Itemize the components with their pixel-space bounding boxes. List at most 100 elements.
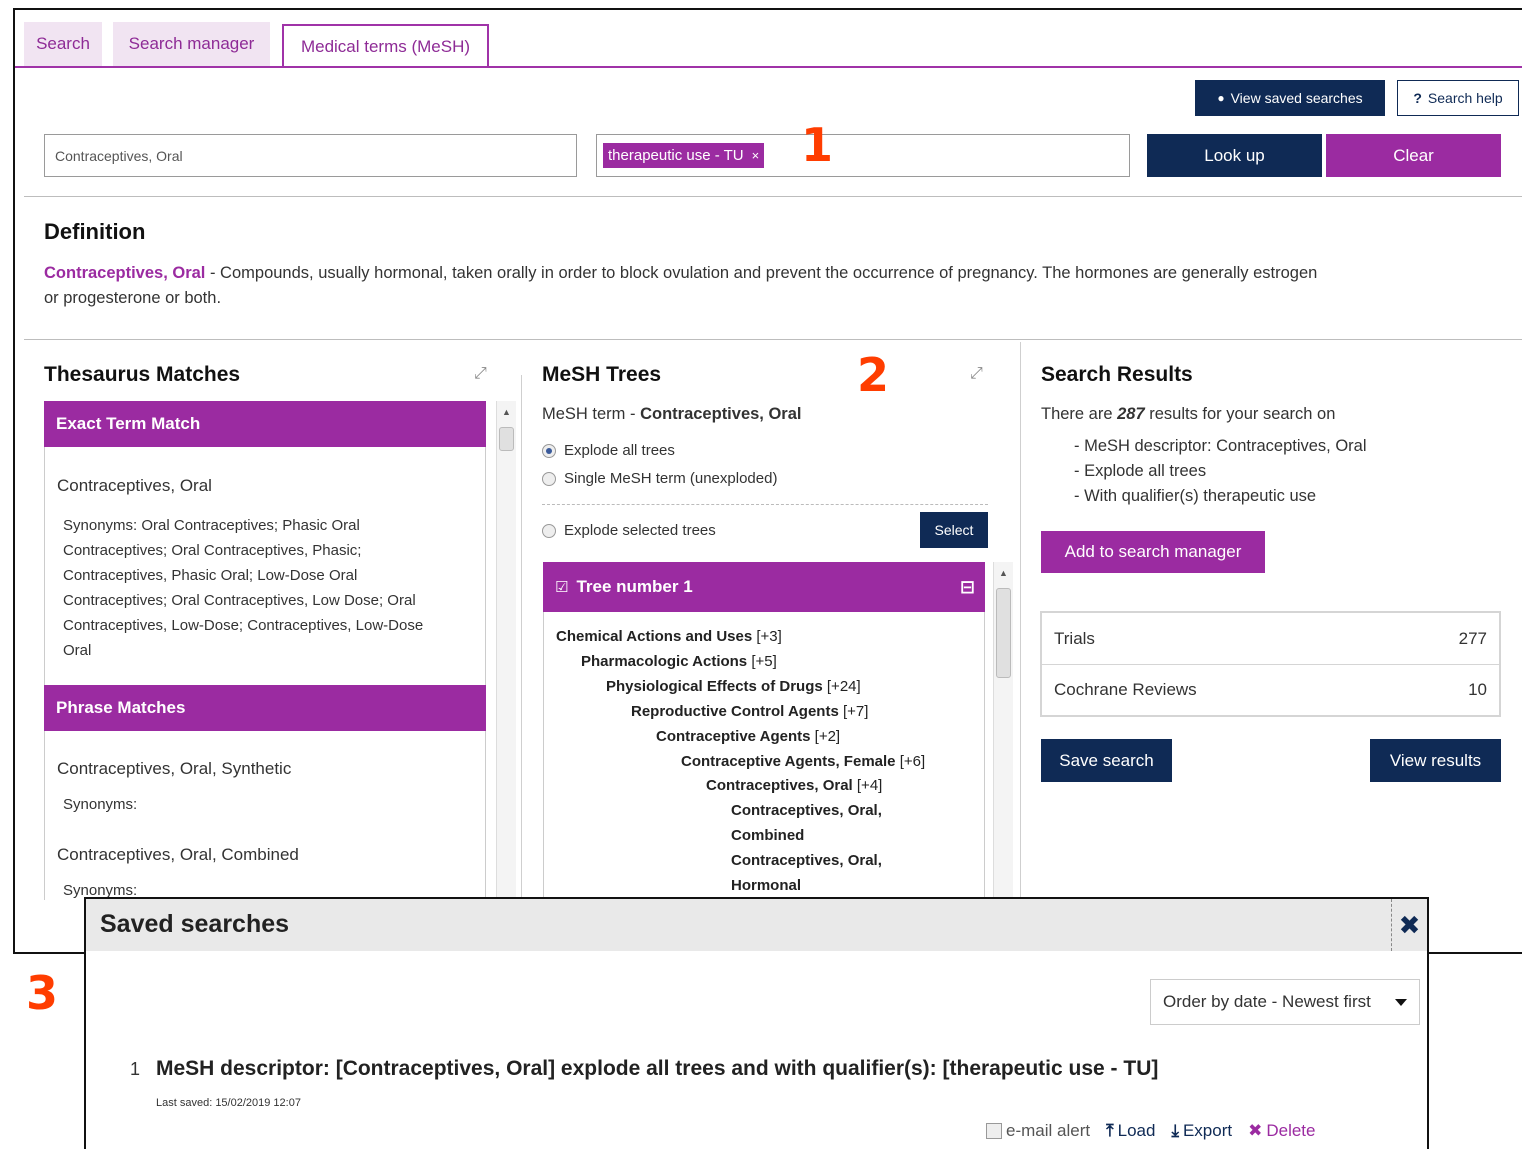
definition-term: Contraceptives, Oral [44, 264, 206, 282]
exact-term-header-label: Exact Term Match [56, 414, 201, 433]
criteria-line: - With qualifier(s) therapeutic use [1074, 487, 1317, 505]
saved-item-title[interactable]: MeSH descriptor: [Contraceptives, Oral] … [156, 1057, 1158, 1081]
mesh-term-name: Contraceptives, Oral [640, 405, 802, 423]
phrase-match[interactable]: Contraceptives, Oral, Combined [57, 845, 299, 865]
tree-node[interactable]: Pharmacologic Actions [+5] [581, 649, 777, 674]
radio-icon[interactable] [542, 524, 556, 539]
tree-node[interactable]: Physiological Effects of Drugs [+24] [606, 674, 861, 699]
collapse-icon[interactable]: ⊟ [960, 577, 975, 598]
tab-medical-terms[interactable]: Medical terms (MeSH) [282, 24, 489, 68]
close-icon[interactable]: ✖ [1391, 899, 1427, 951]
tree-leaf[interactable]: Contraceptives, Oral, Hormonal [731, 848, 882, 898]
clear-button[interactable]: Clear [1326, 134, 1501, 177]
explode-selected-option[interactable]: Explode selected trees [542, 522, 716, 539]
qualifier-chip[interactable]: therapeutic use - TU × [603, 143, 765, 168]
tree-node[interactable]: Contraceptives, Oral [+4] [706, 773, 882, 798]
exact-term[interactable]: Contraceptives, Oral [57, 476, 212, 496]
expand-icon[interactable]: ⤢ [970, 365, 983, 383]
tree-number-header[interactable]: ☑ Tree number 1 ⊟ [543, 562, 985, 612]
synonym-line: Contraceptives; Oral Contraceptives, Low… [63, 592, 416, 609]
scroll-thumb[interactable] [499, 427, 514, 451]
save-label: Save search [1059, 750, 1154, 770]
synonym-line: Oral [63, 642, 92, 659]
look-up-button[interactable]: Look up [1147, 134, 1322, 177]
view-results-button[interactable]: View results [1370, 739, 1501, 782]
select-button[interactable]: Select [920, 512, 988, 548]
tree-node-count[interactable]: [+6] [900, 753, 925, 770]
tree-leaf[interactable]: Contraceptives, Oral, Combined [731, 798, 882, 848]
definition-line2: or progesterone or both. [44, 289, 222, 307]
results-suffix: results for your search on [1144, 405, 1336, 423]
search-help-button[interactable]: ? Search help [1397, 80, 1519, 116]
delete-button[interactable]: ✖ Delete [1248, 1121, 1315, 1141]
synonym-line: Contraceptives; Oral Contraceptives, Pha… [63, 542, 362, 559]
tree-node[interactable]: Contraceptive Agents [+2] [656, 724, 840, 749]
tree-node-count[interactable]: [+7] [843, 703, 868, 720]
tree-node[interactable]: Chemical Actions and Uses [+3] [556, 624, 782, 649]
explode-all-option[interactable]: Explode all trees [542, 442, 675, 459]
scroll-up-icon[interactable]: ▲ [999, 568, 1008, 578]
single-term-option[interactable]: Single MeSH term (unexploded) [542, 470, 777, 487]
definition-text: Contraceptives, Oral - Compounds, usuall… [44, 261, 1504, 311]
tree-node-count[interactable]: [+2] [815, 728, 840, 745]
annotation-marker-3: 3 [26, 966, 59, 1020]
tree-leaf-label: Contraceptives, Oral, [731, 802, 882, 819]
select-label: Select [934, 522, 974, 538]
option-label: Explode all trees [564, 442, 675, 459]
tab-search[interactable]: Search [24, 22, 102, 66]
synonym-line: Contraceptives, Phasic Oral; Low-Dose Or… [63, 567, 358, 584]
row-value: 277 [1458, 628, 1487, 648]
phrase-match[interactable]: Contraceptives, Oral, Synthetic [57, 759, 291, 779]
checkbox-checked-icon[interactable]: ☑ [555, 578, 568, 596]
tree-node-label: Chemical Actions and Uses [556, 628, 753, 645]
results-row-trials[interactable]: Trials 277 [1042, 613, 1499, 664]
order-select[interactable]: Order by date - Newest first [1150, 979, 1420, 1025]
tab-label: Search manager [128, 34, 255, 53]
view-saved-searches-button[interactable]: ● View saved searches [1195, 80, 1385, 116]
tree-leaf-label: Hormonal [731, 877, 802, 894]
tree-node-label: Pharmacologic Actions [581, 653, 748, 670]
chip-remove-icon[interactable]: × [752, 148, 760, 163]
scroll-up-icon[interactable]: ▲ [502, 407, 511, 417]
expand-icon[interactable]: ⤢ [474, 365, 487, 383]
results-row-reviews[interactable]: Cochrane Reviews 10 [1042, 664, 1499, 715]
email-alert-label: e-mail alert [1006, 1121, 1091, 1140]
radio-icon[interactable] [542, 472, 556, 487]
radio-selected-icon[interactable] [542, 444, 556, 459]
definition-line1: - Compounds, usually hormonal, taken ora… [205, 264, 1318, 282]
results-criteria: - MeSH descriptor: Contraceptives, Oral … [1074, 434, 1367, 509]
add-label: Add to search manager [1064, 542, 1242, 561]
dashed-divider [542, 504, 988, 505]
save-search-button[interactable]: Save search [1041, 739, 1172, 782]
qualifier-input[interactable]: therapeutic use - TU × [596, 134, 1130, 177]
add-to-search-manager-button[interactable]: Add to search manager [1041, 531, 1265, 573]
qualifier-chip-label: therapeutic use - TU [608, 147, 744, 164]
chevron-down-icon [1395, 999, 1407, 1006]
tree-scrollbar[interactable]: ▲ [993, 562, 1013, 902]
criteria-line: - Explode all trees [1074, 462, 1207, 480]
tree-node[interactable]: Contraceptive Agents, Female [+6] [681, 749, 925, 774]
tree-node-count[interactable]: [+24] [827, 678, 861, 695]
mesh-term-input[interactable]: Contraceptives, Oral [44, 134, 577, 177]
scroll-thumb[interactable] [996, 588, 1011, 678]
tab-label: Medical terms (MeSH) [300, 37, 471, 56]
export-button[interactable]: ⤓ Export [1171, 1121, 1232, 1141]
tree-node-label: Contraceptives, Oral [706, 777, 853, 794]
row-value: 10 [1468, 680, 1487, 699]
thesaurus-scrollbar[interactable]: ▲ [496, 401, 516, 900]
mesh-term-prefix: MeSH term - [542, 405, 641, 423]
download-icon: ⤓ [1171, 1121, 1179, 1140]
phrase-synonyms: Synonyms: [63, 796, 138, 813]
tab-search-manager[interactable]: Search manager [113, 22, 270, 66]
view-results-label: View results [1389, 750, 1482, 770]
load-button[interactable]: ⤒ Load [1106, 1121, 1155, 1141]
checkbox-icon[interactable] [986, 1123, 1002, 1139]
tree-node-count[interactable]: [+5] [751, 653, 776, 670]
tree-node-count[interactable]: [+4] [857, 777, 882, 794]
annotation-marker-1: 1 [801, 118, 834, 172]
tree-node-count[interactable]: [+3] [756, 628, 781, 645]
row-label: Cochrane Reviews [1054, 680, 1197, 699]
email-alert-toggle[interactable]: e-mail alert [986, 1121, 1090, 1141]
tree-node[interactable]: Reproductive Control Agents [+7] [631, 699, 868, 724]
tree-number-label: Tree number 1 [576, 577, 693, 596]
